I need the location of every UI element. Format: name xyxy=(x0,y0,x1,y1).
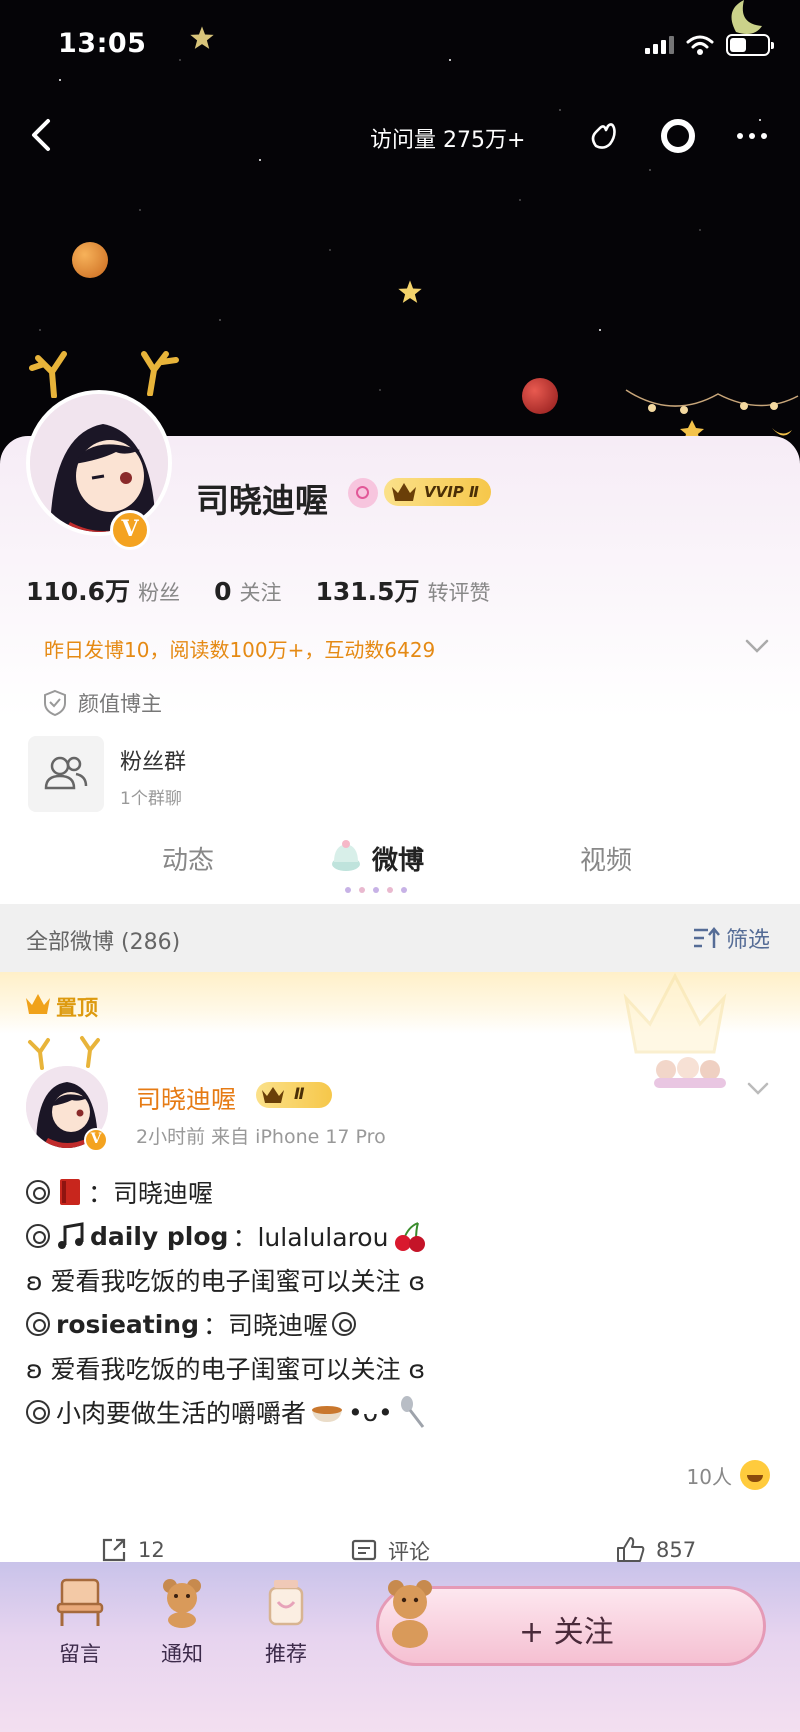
vip-badge[interactable]: VVIP Ⅱ xyxy=(384,478,491,506)
crown-icon xyxy=(262,1087,284,1103)
visit-count: 访问量 275万+ xyxy=(370,128,526,153)
food-bowl-icon xyxy=(312,1406,343,1422)
avatar xyxy=(26,390,172,536)
share-icon xyxy=(102,1538,126,1562)
teddy-bears-sticker-icon xyxy=(654,1057,726,1088)
spoon-icon xyxy=(400,1396,425,1428)
post-vip-badge[interactable]: Ⅱ xyxy=(256,1082,332,1108)
spiral-icon xyxy=(332,1312,357,1336)
verified-badge: V xyxy=(84,1128,108,1152)
followers-count[interactable]: 110.6万 xyxy=(26,572,130,608)
following-label[interactable]: 关注 xyxy=(239,577,281,607)
reaction-summary[interactable]: 10人 xyxy=(687,1460,770,1490)
chair-icon xyxy=(56,1578,104,1626)
profile-avatar[interactable] xyxy=(26,351,179,550)
filter-button[interactable]: 筛选 xyxy=(692,922,770,954)
thumbs-up-icon xyxy=(617,1537,645,1562)
bear-icon xyxy=(163,1579,201,1628)
spiral-icon xyxy=(26,1180,50,1204)
daily-summary: 昨日发博10，阅读数100万+，互动数6429 xyxy=(44,638,436,662)
comment-icon xyxy=(351,1539,377,1561)
tab-video[interactable]: 视频 xyxy=(580,840,632,877)
spiral-icon xyxy=(26,1312,50,1336)
planet-icon xyxy=(72,242,108,278)
repost-button[interactable]: 12 xyxy=(100,1536,165,1564)
creator-tag: 颜值博主 xyxy=(42,688,162,718)
laugh-emoji-icon xyxy=(740,1460,770,1490)
bear-icon xyxy=(388,1580,432,1648)
post-line: ʚ 爱看我吃饭的电子闺蜜可以关注 ɞ xyxy=(26,1267,426,1296)
post-meta: 2小时前 来自 iPhone 17 Pro xyxy=(136,1126,386,1148)
message-board-button[interactable]: 留言 xyxy=(40,1572,120,1668)
all-posts-count: 全部微博 (286) xyxy=(26,930,181,955)
ring-icon[interactable] xyxy=(658,116,698,156)
chevron-down-icon[interactable] xyxy=(746,1080,770,1098)
feed-filter-bar: 全部微博 (286) 筛选 xyxy=(0,904,800,972)
moon-icon xyxy=(731,0,762,34)
antler-icon xyxy=(29,351,67,398)
tab-weibo[interactable]: 微博 xyxy=(372,840,424,877)
group-icon xyxy=(44,756,88,790)
creator-tag-label: 颜值博主 xyxy=(78,692,162,716)
tab-underline-stars-icon xyxy=(345,887,407,893)
tab-feed[interactable]: 动态 xyxy=(162,840,214,877)
crown-icon xyxy=(392,483,416,501)
back-icon[interactable] xyxy=(22,115,62,155)
post-author-name[interactable]: 司晓迪喔 xyxy=(136,1080,236,1116)
fans-group-title[interactable]: 粉丝群 xyxy=(120,744,186,776)
post-content[interactable]: ：司晓迪喔 daily plog ：lulalularou ʚ 爱看我吃饭的电子闺… xyxy=(26,1170,746,1434)
post-line: daily plog ：lulalularou xyxy=(26,1214,746,1258)
signal-icon xyxy=(645,36,674,54)
spiral-icon xyxy=(26,1400,50,1424)
cake-icon xyxy=(332,840,360,871)
profile-stats: 110.6万 粉丝 0 关注 131.5万 转评赞 xyxy=(26,572,525,608)
verified-badge: V xyxy=(110,510,150,550)
shield-icon xyxy=(44,689,66,717)
planet-icon xyxy=(522,378,558,414)
post-line: ʚ 爱看我吃饭的电子闺蜜可以关注 ɞ xyxy=(26,1355,426,1384)
post-line: rosieating ：司晓迪喔 xyxy=(26,1302,746,1346)
post-line: ：司晓迪喔 xyxy=(26,1170,746,1214)
fans-group-subtitle: 1个群聊 xyxy=(120,789,182,809)
following-count[interactable]: 0 xyxy=(214,577,231,606)
antler-icon xyxy=(141,351,179,396)
like-button[interactable]: 857 xyxy=(616,1536,696,1564)
profile-name: 司晓迪喔 xyxy=(196,481,328,520)
antler-icon xyxy=(28,1038,50,1070)
interactions-count: 131.5万 xyxy=(315,577,420,606)
crown-icon xyxy=(26,994,50,1014)
filter-icon xyxy=(693,927,720,948)
bottom-action-bar: 留言 通知 推荐 + 关注 xyxy=(0,1562,800,1732)
wifi-icon xyxy=(686,35,714,55)
interactions-label: 转评赞 xyxy=(427,581,491,605)
antler-icon xyxy=(80,1036,100,1068)
super-topic-icon[interactable] xyxy=(348,478,378,508)
spiral-icon xyxy=(26,1224,50,1248)
notify-button[interactable]: 通知 xyxy=(142,1572,222,1668)
more-icon[interactable] xyxy=(732,116,772,156)
chevron-down-icon[interactable] xyxy=(744,636,770,656)
heart-gesture-icon[interactable] xyxy=(584,116,624,156)
star-icon xyxy=(190,26,214,49)
fans-group-thumbnail[interactable] xyxy=(28,736,104,812)
red-book-icon xyxy=(60,1179,80,1205)
star-icon xyxy=(398,280,422,303)
post-line: 小肉要做生活的嚼嚼者 •ᴗ• xyxy=(26,1390,746,1434)
followers-label[interactable]: 粉丝 xyxy=(138,577,180,607)
recommend-button[interactable]: 推荐 xyxy=(246,1572,326,1668)
gift-jar-icon xyxy=(268,1580,304,1626)
music-note-icon xyxy=(58,1222,84,1249)
pinned-label: 置顶 xyxy=(56,996,98,1020)
avatar-image xyxy=(30,394,168,532)
cherry-icon xyxy=(395,1222,426,1252)
status-time: 13:05 xyxy=(58,28,147,59)
